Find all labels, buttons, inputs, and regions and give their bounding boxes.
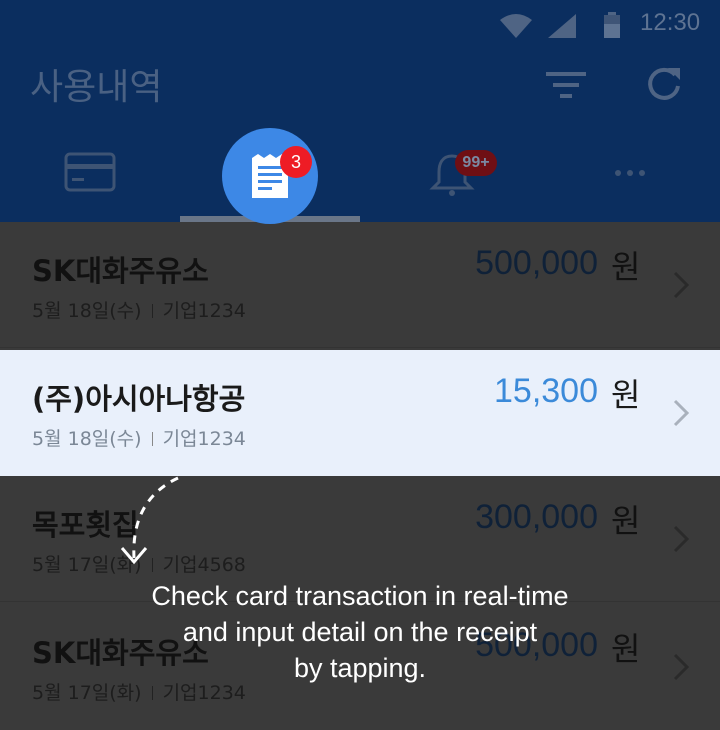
battery-icon	[604, 12, 620, 38]
transaction-amount: 15,300	[494, 372, 598, 410]
card-name: 기업1234	[162, 428, 246, 450]
currency-unit: 원	[611, 502, 641, 540]
transaction-date: 5월 18일(수)	[32, 300, 142, 322]
currency-unit: 원	[611, 248, 641, 286]
merchant-name: SK대화주유소	[32, 254, 209, 288]
transaction-row[interactable]: (주)아시아나항공 5월 18일(수) 기업1234 15,300 원	[0, 350, 720, 476]
app-header: 12:30 사용내역 99+	[0, 0, 720, 222]
transaction-meta: 5월 18일(수) 기업1234	[32, 424, 246, 451]
transaction-meta: 5월 18일(수) 기업1234	[32, 296, 246, 323]
wifi-icon	[500, 14, 532, 38]
filter-icon[interactable]	[546, 70, 586, 100]
signal-icon	[548, 14, 576, 38]
notification-count-badge: 99+	[455, 150, 497, 176]
card-name: 기업1234	[162, 300, 246, 322]
transaction-date: 5월 18일(수)	[32, 428, 142, 450]
tab-more-icon[interactable]	[614, 168, 646, 178]
transaction-amount: 500,000	[475, 244, 598, 282]
page-title: 사용내역	[30, 67, 163, 108]
refresh-icon[interactable]	[644, 64, 684, 104]
coach-line: Check card transaction in real-time	[151, 581, 569, 611]
chevron-right-icon	[673, 271, 690, 299]
receipt-count-badge: 3	[280, 146, 312, 178]
chevron-right-icon	[673, 525, 690, 553]
transaction-amount: 300,000	[475, 498, 598, 536]
coach-line: and input detail on the receipt	[182, 617, 538, 647]
transaction-row[interactable]: SK대화주유소 5월 18일(수) 기업1234 500,000 원	[0, 222, 720, 348]
status-bar: 12:30	[0, 0, 720, 50]
coach-arrow-icon	[120, 476, 179, 565]
coach-message: Check card transaction in real-time and …	[0, 578, 720, 686]
tab-card-icon[interactable]	[64, 152, 116, 192]
chevron-right-icon	[673, 399, 690, 427]
merchant-name: (주)아시아나항공	[32, 382, 246, 416]
status-time: 12:30	[640, 9, 701, 36]
coach-line: by tapping.	[293, 653, 427, 683]
currency-unit: 원	[611, 376, 641, 414]
